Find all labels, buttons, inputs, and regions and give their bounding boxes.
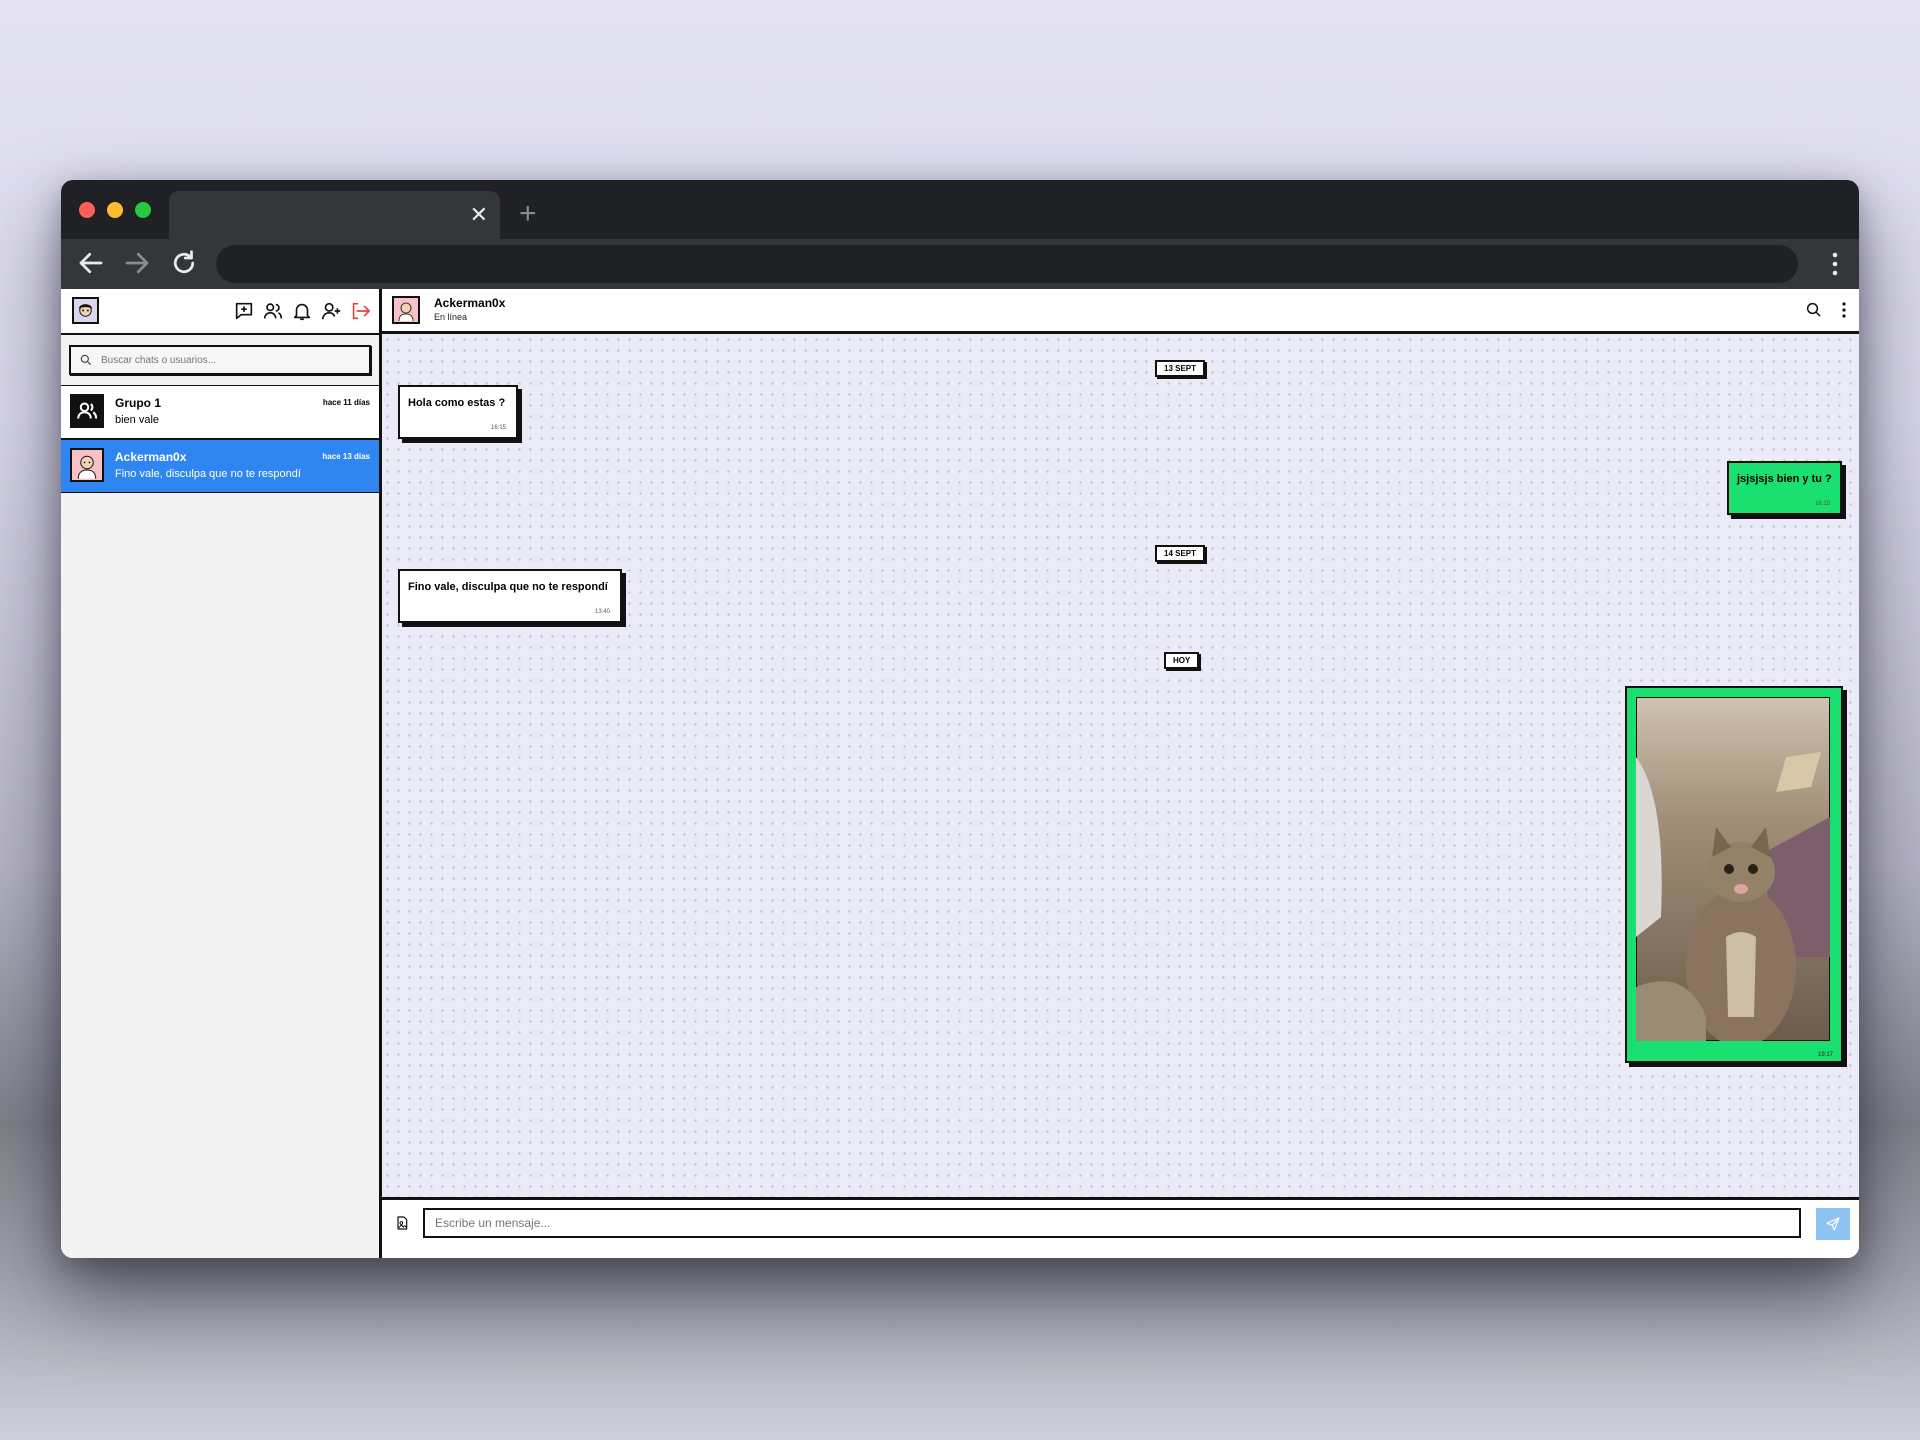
- contact-avatar: [70, 448, 104, 482]
- search-area: [61, 335, 379, 385]
- contact-status: En línea: [434, 312, 468, 322]
- composer: [382, 1200, 1859, 1258]
- conversation-panel: Ackerman0x En línea 13 SEPT Hola como es…: [382, 289, 1859, 1258]
- conversation-header: Ackerman0x En línea: [382, 289, 1859, 334]
- sidebar-actions: [233, 300, 371, 322]
- maximize-window-button[interactable]: [135, 202, 151, 218]
- search-icon[interactable]: [1805, 301, 1823, 319]
- logout-icon[interactable]: [349, 300, 371, 322]
- group-avatar: [70, 394, 104, 428]
- message-text: Fino vale, disculpa que no te respondí: [408, 581, 608, 593]
- sidebar: Grupo 1 bien vale hace 11 días Ackerman0…: [61, 289, 382, 1258]
- chat-last-message: bien vale: [115, 414, 160, 426]
- my-avatar[interactable]: [72, 297, 99, 324]
- message-text: Hola como estas ?: [408, 397, 506, 409]
- sidebar-header: [61, 289, 379, 335]
- send-icon: [1826, 1217, 1840, 1231]
- close-window-button[interactable]: [79, 202, 95, 218]
- message-text: jsjsjsjs bien y tu ?: [1737, 473, 1832, 485]
- message-list[interactable]: 13 SEPT Hola como estas ? 16:15 jsjsjsjs…: [382, 334, 1859, 1200]
- cat-photo[interactable]: [1636, 697, 1830, 1041]
- message-time: 16:15: [490, 425, 506, 431]
- chat-time: hace 13 días: [322, 452, 370, 461]
- minimize-window-button[interactable]: [107, 202, 123, 218]
- back-arrow-icon[interactable]: [76, 248, 106, 278]
- contact-name: Ackerman0x: [434, 296, 506, 310]
- date-separator: 13 SEPT: [1155, 360, 1206, 377]
- chat-list-item-ackerman0x[interactable]: Ackerman0x Fino vale, disculpa que no te…: [61, 439, 379, 493]
- image-message-sent[interactable]: 19:17: [1625, 686, 1843, 1063]
- address-bar[interactable]: [216, 245, 1798, 283]
- reload-icon[interactable]: [169, 248, 199, 278]
- message-time: 13:40: [594, 609, 610, 615]
- send-button[interactable]: [1816, 1208, 1850, 1240]
- date-separator: 14 SEPT: [1155, 545, 1206, 562]
- date-separator: HOY: [1164, 652, 1200, 669]
- notifications-bell-icon[interactable]: [291, 300, 313, 322]
- more-options-icon[interactable]: [1841, 301, 1847, 319]
- chat-app: Grupo 1 bien vale hace 11 días Ackerman0…: [61, 289, 1859, 1258]
- browser-chrome: ✕ +: [61, 180, 1859, 289]
- message-input[interactable]: [423, 1208, 1801, 1238]
- message-bubble-sent[interactable]: jsjsjsjs bien y tu ? 16:15: [1727, 461, 1842, 515]
- attach-file-icon[interactable]: [394, 1215, 410, 1231]
- message-bubble-received[interactable]: Fino vale, disculpa que no te respondí 1…: [398, 569, 622, 623]
- chat-name: Grupo 1: [115, 396, 162, 410]
- contact-avatar[interactable]: [392, 296, 420, 324]
- browser-tab[interactable]: ✕: [169, 191, 500, 239]
- search-box: [69, 345, 371, 375]
- search-input[interactable]: [99, 353, 353, 367]
- browser-menu-icon[interactable]: [1831, 249, 1839, 279]
- chat-list-item-grupo-1[interactable]: Grupo 1 bien vale hace 11 días: [61, 385, 379, 439]
- message-time: 19:17: [1817, 1052, 1833, 1058]
- chat-time: hace 11 días: [322, 398, 370, 407]
- chat-last-message: Fino vale, disculpa que no te respondí: [115, 468, 301, 480]
- message-time: 16:15: [1814, 501, 1830, 507]
- new-tab-button[interactable]: +: [519, 196, 537, 232]
- chat-name: Ackerman0x: [115, 450, 187, 464]
- add-user-icon[interactable]: [320, 300, 342, 322]
- browser-window: ✕ + Buscar chats o usuarios... Grupo 1 b…: [61, 180, 1859, 1258]
- new-chat-icon[interactable]: [233, 300, 255, 322]
- browser-toolbar: [61, 239, 1859, 289]
- groups-icon[interactable]: [262, 300, 284, 322]
- forward-arrow-icon[interactable]: [122, 248, 152, 278]
- message-bubble-received[interactable]: Hola como estas ? 16:15: [398, 385, 518, 439]
- search-icon: [80, 354, 92, 366]
- tab-close-icon[interactable]: ✕: [470, 201, 488, 229]
